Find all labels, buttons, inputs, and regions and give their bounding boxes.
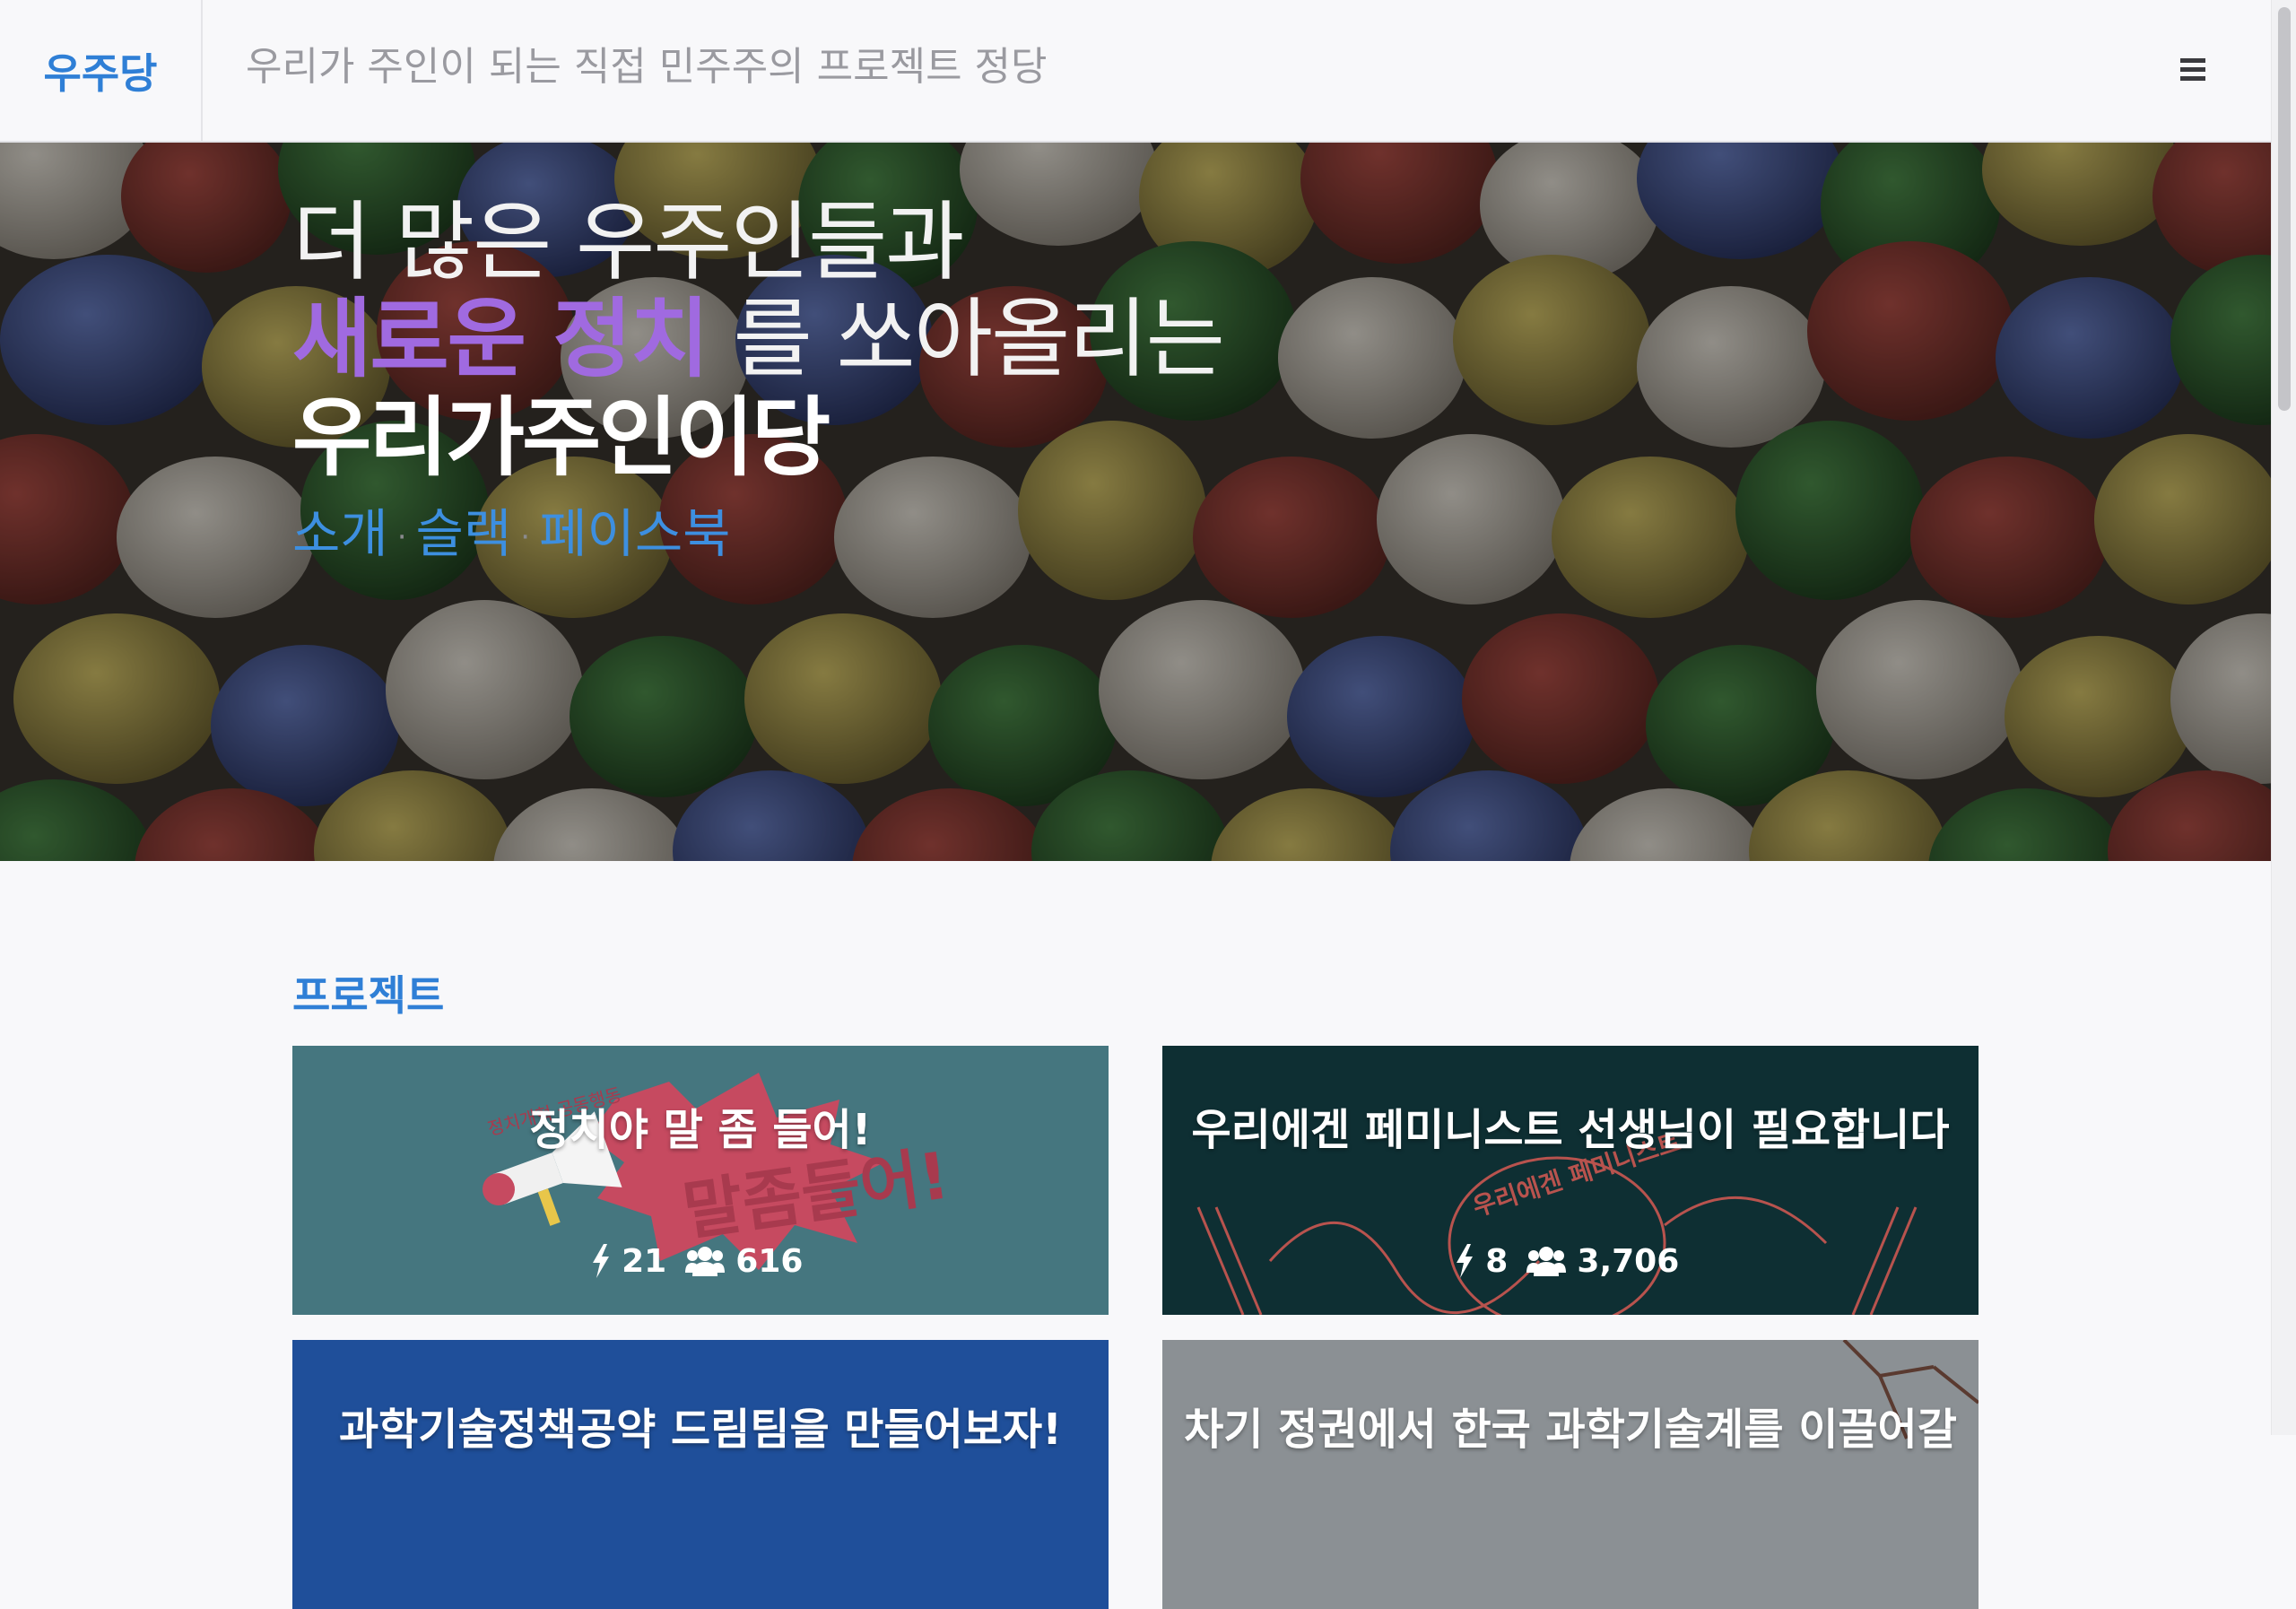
project-card[interactable]: 차기 정권에서 한국 과학기술계를 이끌어갈 bbox=[1162, 1340, 1979, 1609]
actions-count: 21 bbox=[622, 1242, 667, 1280]
hero-links: 소개 · 슬랙 · 페이스북 bbox=[292, 491, 731, 567]
project-card-stats: 8 3,706 bbox=[1162, 1241, 1979, 1280]
project-card-stats: 21 616 bbox=[292, 1241, 1109, 1280]
link-slack[interactable]: 슬랙 bbox=[416, 503, 512, 564]
link-separator: · bbox=[520, 518, 531, 555]
scrollbar-thumb[interactable] bbox=[2278, 7, 2291, 411]
hamburger-menu-icon[interactable] bbox=[2170, 52, 2215, 88]
bolt-icon bbox=[592, 1244, 609, 1278]
brand-logo[interactable]: 우주당 bbox=[0, 0, 203, 141]
project-card[interactable]: 말좀들어! 정치개혁 공동행동 정치야 말 좀 들어! 21 616 bbox=[292, 1046, 1109, 1315]
project-card-art bbox=[1162, 1340, 1979, 1609]
project-card-title: 정치야 말 좀 들어! bbox=[529, 1105, 872, 1155]
site-tagline: 우리가 주인이 되는 직접 민주주의 프로젝트 정당 bbox=[246, 44, 1048, 90]
members-count: 616 bbox=[735, 1242, 804, 1280]
link-facebook[interactable]: 페이스북 bbox=[539, 503, 730, 564]
hero-banner: 더 많은 우주인들과 새로운 정치 를 쏘아올리는 우리가주인이당 소개 · 슬랙 ·… bbox=[0, 143, 2271, 861]
actions-count: 8 bbox=[1485, 1242, 1509, 1280]
project-card-title: 우리에겐 페미니스트 선생님이 필요합니다 bbox=[1191, 1105, 1950, 1155]
hero-headline-line3: 우리가주인이당 bbox=[292, 387, 831, 488]
link-separator: · bbox=[396, 518, 407, 555]
link-about[interactable]: 소개 bbox=[292, 503, 388, 564]
users-icon bbox=[1526, 1247, 1566, 1276]
site-header: 우주당 우리가 주인이 되는 직접 민주주의 프로젝트 정당 bbox=[0, 0, 2271, 143]
bolt-icon bbox=[1456, 1244, 1473, 1278]
project-card-title: 과학기술정책공약 드림팀을 만들어보자! bbox=[338, 1405, 1063, 1455]
projects-heading: 프로젝트 bbox=[292, 971, 445, 1020]
users-icon bbox=[684, 1247, 725, 1276]
members-count: 3,706 bbox=[1577, 1242, 1680, 1280]
project-card-title: 차기 정권에서 한국 과학기술계를 이끌어갈 bbox=[1184, 1405, 1957, 1455]
project-card[interactable]: 과학기술정책공약 드림팀을 만들어보자! bbox=[292, 1340, 1109, 1609]
project-card[interactable]: 우리에겐 페미니스트 우리에겐 페미니스트 선생님이 필요합니다 8 3,706 bbox=[1162, 1046, 1979, 1315]
